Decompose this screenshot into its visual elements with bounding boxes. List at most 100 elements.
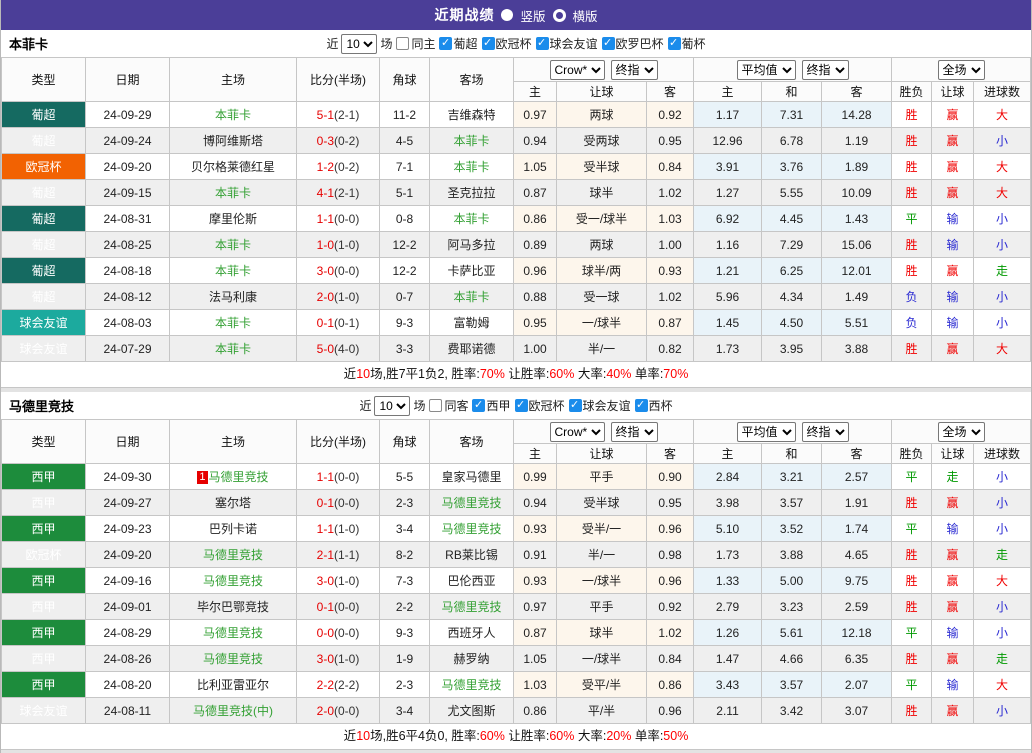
odds-source-select[interactable]: Crow* [549,421,605,442]
match-row: 葡超 24-09-15 本菲卡 4-1(2-1) 5-1 圣克拉拉 0.87 球… [1,179,1032,206]
league-filter-label: 欧罗巴杯 [615,37,664,51]
home-team-name: 本菲卡 [214,186,251,200]
col-avg-away: 客 [821,81,893,102]
avg-source-select[interactable]: 平均值 [736,59,796,80]
match-date: 24-09-27 [85,489,170,516]
result-let-cell: 输 [931,231,975,258]
avg-away-odds: 9.75 [821,567,893,594]
fulltime-score: 3-0 [316,651,334,666]
avg-stage-select[interactable]: 终指 [801,59,849,80]
away-team-cell: 马德里竞技 [429,593,514,620]
avg-away-odds: 1.74 [821,515,893,542]
horizontal-layout-radio[interactable] [552,8,566,22]
horizontal-layout-label[interactable]: 横版 [573,6,598,25]
result-wdl-cell: 胜 [891,231,933,258]
odds-source-select[interactable]: Crow* [549,59,605,80]
result-wdl-cell: 胜 [891,179,933,206]
match-date: 24-09-20 [85,541,170,568]
avg-stage-select[interactable]: 终指 [801,421,849,442]
halftime-score: (0-0) [334,495,360,510]
result-goals-cell: 走 [973,645,1032,672]
result-let-cell: 赢 [931,489,975,516]
odds-stage-select[interactable]: 终指 [610,59,658,80]
corner-cell: 8-2 [379,541,430,568]
halftime-score: (0-0) [334,703,360,718]
league-filter[interactable]: 球会友谊 [565,398,631,413]
league-filter[interactable]: 葡超 [435,36,478,51]
result-wdl-cell: 胜 [891,257,933,284]
result-let-cell: 赢 [931,101,975,128]
checkbox-checked-icon[interactable] [568,398,582,412]
checkbox-checked-icon[interactable] [514,398,528,412]
competition-badge: 西甲 [1,671,86,698]
rounds-select[interactable]: 10 [341,33,378,54]
handicap-home-odds: 0.95 [513,309,557,336]
avg-away-odds: 1.19 [821,127,893,154]
avg-draw-odds: 4.45 [761,205,823,232]
handicap-line: 平手 [556,593,647,620]
score-cell: 3-0(1-0) [296,645,380,672]
home-team-cell: 博阿维斯塔 [169,127,297,154]
scope-select[interactable]: 全场 [937,59,985,80]
league-filter[interactable]: 葡杯 [664,36,706,51]
checkbox-checked-icon[interactable] [439,36,453,50]
avg-away-odds: 6.35 [821,645,893,672]
rounds-select[interactable]: 10 [374,395,411,416]
avg-away-odds: 1.43 [821,205,893,232]
result-let-cell: 输 [931,515,975,542]
league-filter[interactable]: 西甲 [468,398,511,413]
match-date: 24-09-16 [85,567,170,594]
checkbox-checked-icon[interactable] [634,398,648,412]
home-team-cell: 马德里竞技 [169,567,297,594]
handicap-home-odds: 0.86 [513,697,557,724]
score-cell: 1-1(0-0) [296,205,380,232]
corner-cell: 2-3 [379,489,430,516]
checkbox-checked-icon[interactable] [601,36,615,50]
same-venue-filter[interactable]: 同客 [425,397,468,414]
checkbox-checked-icon[interactable] [667,36,681,50]
home-team-name: 毕尔巴鄂竞技 [196,600,269,614]
checkbox-unchecked-icon[interactable] [396,37,410,50]
away-team-name: 马德里竞技 [441,496,502,510]
league-filter[interactable]: 西杯 [631,398,673,413]
league-filter-label: 欧冠杯 [528,399,565,413]
scope-select[interactable]: 全场 [937,421,985,442]
competition-badge: 葡超 [1,205,86,232]
match-date: 24-09-23 [85,515,170,542]
handicap-line: 半/一 [556,541,647,568]
checkbox-checked-icon[interactable] [472,398,486,412]
home-team-cell: 巴列卡诺 [169,515,297,542]
benfica-filter-row: 本菲卡 近 10 场 同主 葡超 欧冠杯 球会友谊 欧罗巴杯 葡杯 [1,30,1031,57]
home-team-name: 本菲卡 [214,108,251,122]
league-filter[interactable]: 欧冠杯 [478,36,532,51]
avg-home-odds: 2.11 [693,697,763,724]
match-row: 葡超 24-08-18 本菲卡 3-0(0-0) 12-2 卡萨比亚 0.96 … [1,257,1032,284]
league-filter[interactable]: 欧罗巴杯 [598,36,664,51]
halftime-score: (4-0) [334,341,360,356]
score-cell: 1-1(0-0) [296,463,380,490]
league-filter[interactable]: 球会友谊 [532,36,598,51]
handicap-line: 球半 [556,619,647,646]
avg-away-odds: 12.01 [821,257,893,284]
avg-source-select[interactable]: 平均值 [736,421,796,442]
away-team-name: 马德里竞技 [441,600,502,614]
corner-cell: 2-3 [379,671,430,698]
vertical-layout-radio[interactable] [501,9,514,21]
odds-stage-select[interactable]: 终指 [610,421,658,442]
league-filter[interactable]: 欧冠杯 [511,398,565,413]
avg-home-odds: 6.92 [693,205,763,232]
handicap-line: 受半球 [556,153,647,180]
score-cell: 0-1(0-0) [296,593,380,620]
match-row: 西甲 24-09-30 1 马德里竞技 1-1(0-0) 5-5 皇家马德里 0.… [1,463,1032,490]
vertical-layout-label[interactable]: 竖版 [520,6,545,25]
checkbox-checked-icon[interactable] [535,36,549,50]
avg-draw-odds: 5.55 [761,179,823,206]
home-team-name: 本菲卡 [214,238,251,252]
result-let-cell: 赢 [931,593,975,620]
avg-draw-odds: 4.34 [761,283,823,310]
checkbox-unchecked-icon[interactable] [429,399,443,412]
checkbox-checked-icon[interactable] [481,36,495,50]
home-team-name: 马德里竞技 [202,626,263,640]
handicap-away-odds: 0.92 [645,101,695,128]
same-venue-filter[interactable]: 同主 [392,35,435,52]
